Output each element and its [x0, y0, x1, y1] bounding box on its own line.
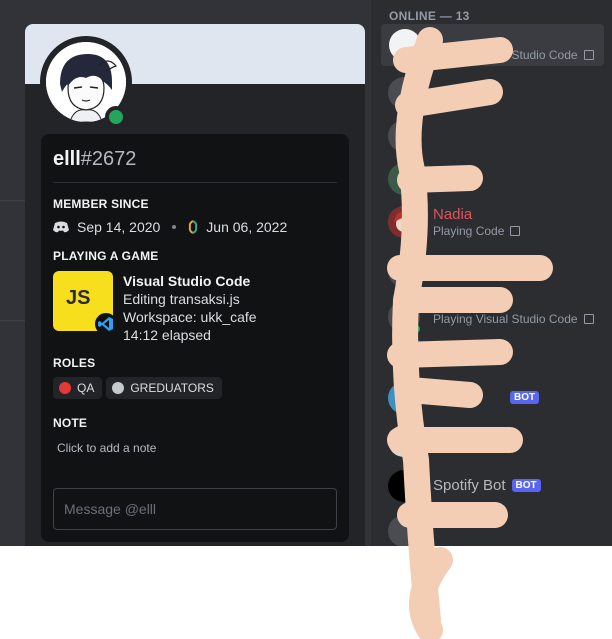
bot-tag: BOT — [510, 391, 540, 404]
member-name: Nadia — [433, 206, 473, 223]
server-join-date: Jun 06, 2022 — [206, 219, 288, 235]
avatar — [388, 163, 420, 195]
rich-presence-icon — [583, 50, 594, 60]
member-item[interactable] — [380, 420, 612, 462]
activity-app-name: Visual Studio Code — [123, 273, 251, 289]
roles-list: QA GREDUATORS — [53, 377, 226, 399]
member-name: Spotify Bot BOT — [433, 477, 541, 494]
member-activity: Playing Visual Studio Code — [433, 312, 594, 326]
member-item[interactable] — [380, 158, 612, 200]
online-header: ONLINE — 13 — [389, 9, 470, 23]
section-divider — [53, 182, 337, 183]
username-text: elll — [53, 148, 81, 170]
activity-text: Playing Code — [433, 224, 505, 238]
role-label: GREDUATORS — [130, 381, 214, 395]
role-label: QA — [77, 381, 95, 395]
chat-divider — [0, 320, 25, 321]
activity-details: Visual Studio Code Editing transaksi.js … — [123, 272, 257, 344]
javascript-file-icon: JS — [53, 271, 117, 335]
member-item[interactable]: Playing Visual Studio Code — [380, 296, 612, 338]
activity-text: Playing Visual Studio Code — [433, 48, 578, 62]
avatar — [388, 470, 420, 502]
activity-elapsed: 14:12 elapsed — [123, 327, 211, 343]
member-item[interactable]: BOT — [380, 377, 612, 419]
profile-card: elll#2672 MEMBER SINCE Sep 14, 2020 Jun … — [41, 134, 349, 542]
member-name: BOT — [504, 389, 540, 406]
online-status-icon — [105, 106, 127, 128]
member-item[interactable]: Playing Visual Studio Code — [381, 24, 604, 66]
rich-presence-icon — [583, 314, 594, 324]
activity-title: PLAYING A GAME — [53, 249, 159, 263]
note-title: NOTE — [53, 416, 88, 430]
activity-file: Editing transaksi.js — [123, 291, 240, 307]
role-qa[interactable]: QA — [53, 377, 103, 399]
vscode-icon — [95, 313, 117, 335]
member-item[interactable] — [380, 510, 612, 546]
member-item-nadia[interactable]: Nadia Playing Code — [380, 201, 612, 243]
member-since-row: Sep 14, 2020 Jun 06, 2022 — [53, 218, 287, 236]
avatar-frame[interactable] — [40, 36, 132, 128]
avatar — [388, 425, 420, 457]
online-status-icon — [410, 323, 422, 335]
discord-logo-icon — [53, 221, 69, 233]
online-status-icon — [410, 228, 422, 240]
role-color-dot — [59, 382, 71, 394]
discord-app: elll#2672 MEMBER SINCE Sep 14, 2020 Jun … — [0, 0, 612, 546]
panel-divider — [371, 0, 380, 546]
role-color-dot — [112, 382, 125, 394]
discriminator-text: #2672 — [80, 148, 137, 170]
avatar — [388, 382, 420, 414]
roles-title: ROLES — [53, 356, 96, 370]
member-item[interactable] — [380, 72, 612, 114]
js-icon-label: JS — [66, 287, 91, 309]
member-activity: Playing Visual Studio Code — [433, 48, 594, 62]
member-item[interactable] — [380, 250, 612, 292]
activity-workspace: Workspace: ukk_cafe — [123, 309, 257, 325]
bot-tag: BOT — [511, 479, 541, 492]
member-item-spotify-bot[interactable]: Spotify Bot BOT — [380, 465, 612, 507]
discord-join-date: Sep 14, 2020 — [77, 219, 161, 235]
user-profile-popout: elll#2672 MEMBER SINCE Sep 14, 2020 Jun … — [25, 24, 365, 546]
member-name-text: Spotify Bot — [433, 477, 506, 494]
message-input[interactable] — [53, 488, 337, 530]
chat-divider — [0, 200, 25, 201]
activity-text: Playing Visual Studio Code — [433, 312, 578, 326]
avatar — [388, 255, 420, 287]
member-activity: Playing Code — [433, 224, 521, 238]
avatar — [388, 515, 420, 546]
avatar — [388, 77, 420, 109]
separator-dot — [172, 225, 177, 229]
avatar — [388, 120, 420, 152]
profile-username[interactable]: elll#2672 — [53, 148, 136, 171]
server-icon — [189, 220, 198, 234]
member-list: ONLINE — 13 Playing Visual Studio Code N… — [380, 0, 612, 546]
avatar — [389, 29, 421, 61]
note-input[interactable]: Click to add a note — [57, 441, 156, 455]
rich-presence-icon — [510, 226, 521, 236]
role-greduators[interactable]: GREDUATORS — [106, 377, 222, 399]
member-item[interactable] — [380, 115, 612, 157]
member-since-title: MEMBER SINCE — [53, 197, 149, 211]
